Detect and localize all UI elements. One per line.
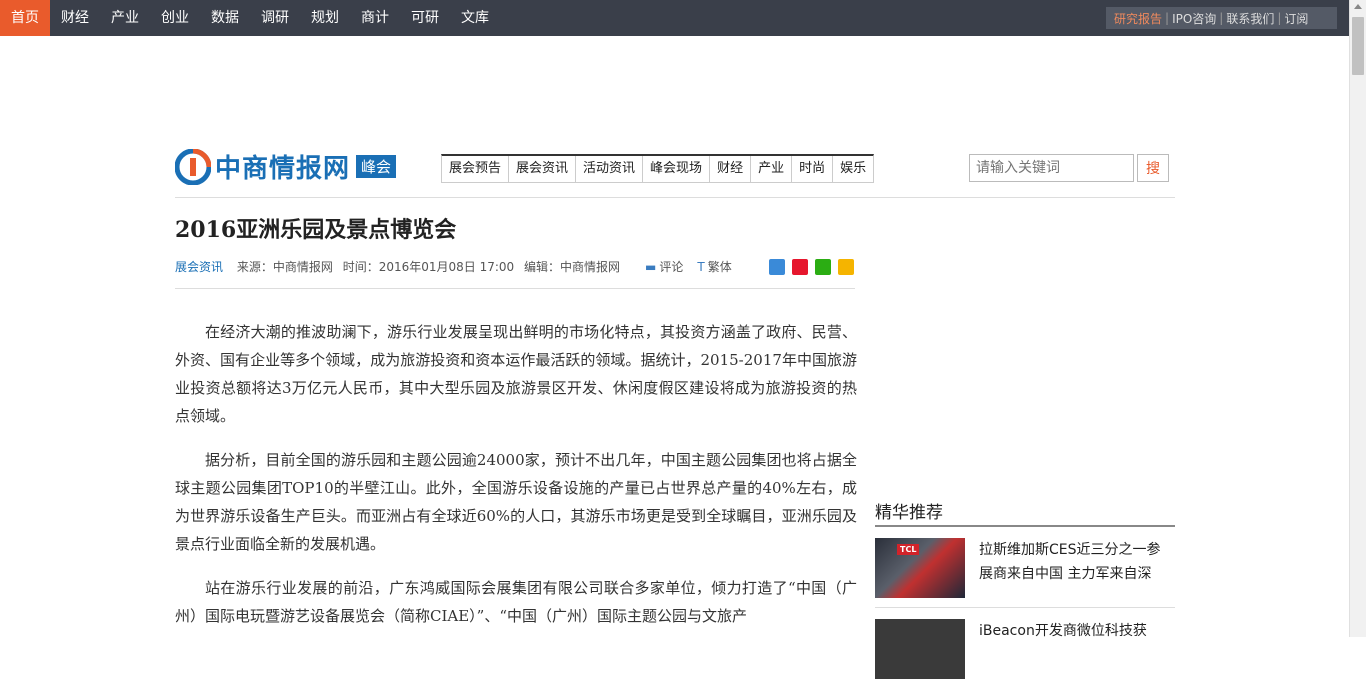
scroll-thumb[interactable] [1352,17,1364,75]
channel-nav: 展会预告 展会资讯 活动资讯 峰会现场 财经 产业 时尚 娱乐 [441,154,875,183]
topnav-feasibility[interactable]: 可研 [400,0,450,36]
top-nav: 首页 财经 产业 创业 数据 调研 规划 商计 可研 文库 [0,0,500,36]
text-icon: T [697,259,705,274]
share-wechat-icon[interactable] [814,258,831,275]
comment-icon: ▬ [645,259,657,274]
article-meta: 展会资讯 来源：中商情报网 时间：2016年01月08日 17:00 编辑：中商… [175,258,626,275]
topnav-startup[interactable]: 创业 [150,0,200,36]
article-tools: ▬ 评论 T 繁体 [645,258,854,275]
subnav-finance[interactable]: 财经 [710,156,752,182]
traditional-label: 繁体 [707,260,732,274]
sidebar-item-title[interactable]: 拉斯维加斯CES近三分之一参展商来自中国 主力军来自深 [979,538,1169,598]
search-input[interactable] [969,154,1134,182]
article-title: 2016亚洲乐园及景点博览会 [175,217,457,243]
sidebar-list-item[interactable]: TCL 拉斯维加斯CES近三分之一参展商来自中国 主力军来自深 [875,538,1175,598]
site-logo[interactable]: 中商情报网 峰会 [175,148,397,185]
topnav-business-plan[interactable]: 商计 [350,0,400,36]
logo-badge: 峰会 [356,155,397,178]
sidebar-divider [875,607,1175,608]
comment-button[interactable]: ▬ 评论 [645,258,683,275]
logo-mark-icon [175,148,211,185]
article-time: 时间：2016年01月08日 17:00 [342,260,515,274]
top-links: 研究报告 | IPO咨询 | 联系我们 | 订阅 [1106,7,1337,29]
sidebar-title: 精华推荐 [875,503,943,523]
subnav-fashion[interactable]: 时尚 [792,156,834,182]
sidebar-item-title[interactable]: iBeacon开发商微位科技获 [979,619,1169,679]
article-paragraph: 在经济大潮的推波助澜下，游乐行业发展呈现出鲜明的市场化特点，其投资方涵盖了政府、… [175,323,857,425]
separator: | [1219,11,1224,25]
traditional-chinese-button[interactable]: T 繁体 [697,258,731,275]
top-bar: 首页 财经 产业 创业 数据 调研 规划 商计 可研 文库 研究报告 | IPO… [0,0,1349,36]
topnav-home[interactable]: 首页 [0,0,50,36]
vertical-scrollbar[interactable] [1349,0,1366,637]
contact-link[interactable]: 联系我们 [1226,10,1274,27]
topnav-industry[interactable]: 产业 [100,0,150,36]
search-button[interactable]: 搜 [1137,154,1169,182]
sidebar-thumbnail[interactable]: TCL [875,538,965,598]
subnav-industry[interactable]: 产业 [751,156,793,182]
subnav-expo-preview[interactable]: 展会预告 [442,156,510,182]
article-editor: 编辑：中商情报网 [524,260,621,274]
topnav-library[interactable]: 文库 [450,0,500,36]
article-paragraph: 据分析，目前全国的游乐园和主题公园逾24000家，预计不出几年，中国主题公园集团… [175,451,857,553]
comment-label: 评论 [659,260,684,274]
thumb-label: TCL [897,544,920,555]
share-qzone-icon[interactable] [837,258,854,275]
article-category-link[interactable]: 展会资讯 [175,260,223,274]
subscribe-link[interactable]: 订阅 [1284,10,1308,27]
topnav-data[interactable]: 数据 [200,0,250,36]
scroll-up-arrow-icon[interactable] [1354,4,1362,9]
sidebar-list-item[interactable]: iBeacon开发商微位科技获 [875,619,1175,679]
topnav-planning[interactable]: 规划 [300,0,350,36]
ipo-consult-link[interactable]: IPO咨询 [1172,10,1216,27]
separator: | [1165,11,1170,25]
subnav-expo-news[interactable]: 展会资讯 [509,156,577,182]
article-paragraph: 站在游乐行业发展的前沿，广东鸿威国际会展集团有限公司联合多家单位，倾力打造了“中… [175,579,857,625]
subnav-entertainment[interactable]: 娱乐 [833,156,873,182]
separator: | [1277,11,1282,25]
article-body: 在经济大潮的推波助澜下，游乐行业发展呈现出鲜明的市场化特点，其投资方涵盖了政府、… [175,318,857,646]
logo-text: 中商情报网 [215,154,351,184]
sidebar-thumbnail[interactable] [875,619,965,679]
topnav-finance[interactable]: 财经 [50,0,100,36]
article-source: 来源：中商情报网 [236,260,333,274]
sidebar-title-underline [875,525,1175,527]
subnav-summit-live[interactable]: 峰会现场 [643,156,711,182]
research-report-link[interactable]: 研究报告 [1114,10,1162,27]
header-divider [175,197,1175,198]
share-plus-icon[interactable] [768,258,785,275]
share-buttons [762,258,854,275]
topnav-research[interactable]: 调研 [250,0,300,36]
article-divider [175,288,855,289]
subnav-event-news[interactable]: 活动资讯 [576,156,644,182]
share-weibo-icon[interactable] [791,258,808,275]
